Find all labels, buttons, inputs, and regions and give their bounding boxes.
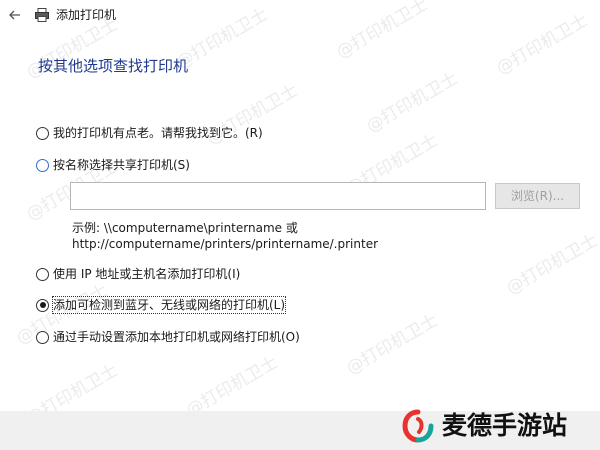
window-title: 添加打印机 bbox=[56, 8, 117, 22]
radio-selected-dot bbox=[39, 302, 46, 308]
watermark: @打印机卫士 bbox=[503, 230, 600, 299]
watermark: @打印机卫士 bbox=[343, 310, 442, 379]
radio-option-shared-by-name[interactable]: 按名称选择共享打印机(S) bbox=[36, 157, 190, 173]
radio-label: 使用 IP 地址或主机名添加打印机(I) bbox=[53, 267, 241, 281]
radio-button[interactable] bbox=[36, 126, 49, 140]
radio-label: 通过手动设置添加本地打印机或网络打印机(O) bbox=[53, 330, 300, 344]
shared-printer-name-input[interactable] bbox=[70, 182, 486, 210]
radio-button[interactable] bbox=[36, 158, 49, 172]
watermark: @打印机卫士 bbox=[363, 68, 462, 137]
browse-button[interactable]: 浏览(R)... bbox=[495, 183, 580, 209]
radio-label: 我的打印机有点老。请帮我找到它。(R) bbox=[53, 126, 263, 140]
brand-name: 麦德手游站 bbox=[442, 411, 568, 440]
back-arrow-icon[interactable] bbox=[6, 6, 24, 24]
radio-button[interactable] bbox=[36, 330, 49, 344]
brand-watermark: 麦德手游站 bbox=[400, 408, 567, 444]
page-heading: 按其他选项查找打印机 bbox=[38, 57, 189, 75]
radio-label: 按名称选择共享打印机(S) bbox=[53, 158, 190, 172]
radio-label: 添加可检测到蓝牙、无线或网络的打印机(L) bbox=[51, 296, 287, 314]
printer-icon bbox=[34, 7, 50, 23]
radio-option-manual-local-network[interactable]: 通过手动设置添加本地打印机或网络打印机(O) bbox=[36, 329, 300, 345]
example-text-line2: http://computername/printers/printername… bbox=[72, 237, 379, 251]
brand-logo-icon bbox=[400, 408, 436, 444]
example-text-line1: 示例: \\computername\printername 或 bbox=[72, 221, 298, 235]
title-bar: 添加打印机 bbox=[0, 0, 600, 30]
radio-button[interactable] bbox=[36, 267, 49, 281]
radio-option-ip-hostname[interactable]: 使用 IP 地址或主机名添加打印机(I) bbox=[36, 266, 240, 282]
radio-option-bluetooth-wireless-network[interactable]: 添加可检测到蓝牙、无线或网络的打印机(L) bbox=[36, 296, 287, 314]
radio-option-old-printer[interactable]: 我的打印机有点老。请帮我找到它。(R) bbox=[36, 125, 263, 141]
watermark: @打印机卫士 bbox=[183, 352, 282, 421]
radio-button-selected[interactable] bbox=[36, 298, 49, 312]
